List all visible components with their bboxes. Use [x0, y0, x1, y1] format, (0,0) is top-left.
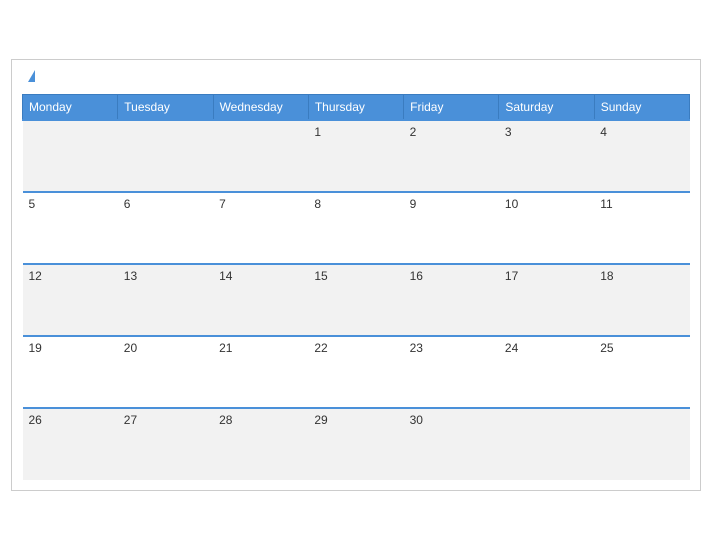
- day-number: 6: [124, 197, 131, 211]
- logo-wrapper: [26, 70, 35, 84]
- day-number: 20: [124, 341, 137, 355]
- calendar-cell: 1: [308, 120, 403, 192]
- day-number: 18: [600, 269, 613, 283]
- day-number: 10: [505, 197, 518, 211]
- calendar-cell: 19: [23, 336, 118, 408]
- calendar-cell: 21: [213, 336, 308, 408]
- day-number: 27: [124, 413, 137, 427]
- calendar-cell: 6: [118, 192, 213, 264]
- day-number: 24: [505, 341, 518, 355]
- day-number: 25: [600, 341, 613, 355]
- weekday-header-thursday: Thursday: [308, 95, 403, 121]
- calendar-cell: 29: [308, 408, 403, 480]
- calendar-cell: [213, 120, 308, 192]
- calendar-cell: 13: [118, 264, 213, 336]
- calendar-cell: 15: [308, 264, 403, 336]
- calendar-cell: 14: [213, 264, 308, 336]
- day-number: 13: [124, 269, 137, 283]
- calendar-cell: 27: [118, 408, 213, 480]
- calendar-cell: [499, 408, 594, 480]
- calendar-cell: 3: [499, 120, 594, 192]
- day-number: 16: [410, 269, 423, 283]
- weekday-header-saturday: Saturday: [499, 95, 594, 121]
- calendar-cell: 16: [404, 264, 499, 336]
- logo-top: [26, 70, 35, 84]
- calendar-cell: 25: [594, 336, 689, 408]
- weekday-header-sunday: Sunday: [594, 95, 689, 121]
- calendar-cell: 30: [404, 408, 499, 480]
- calendar-thead: MondayTuesdayWednesdayThursdayFridaySatu…: [23, 95, 690, 121]
- day-number: 30: [410, 413, 423, 427]
- day-number: 28: [219, 413, 232, 427]
- calendar-cell: 4: [594, 120, 689, 192]
- day-number: 1: [314, 125, 321, 139]
- day-number: 7: [219, 197, 226, 211]
- calendar-cell: 2: [404, 120, 499, 192]
- week-row-3: 12 13 14 15 16 17 18: [23, 264, 690, 336]
- calendar-cell: 12: [23, 264, 118, 336]
- day-number: 17: [505, 269, 518, 283]
- calendar-cell: 28: [213, 408, 308, 480]
- logo-triangle-icon: [28, 70, 35, 82]
- day-number: 11: [600, 197, 612, 211]
- weekday-header-friday: Friday: [404, 95, 499, 121]
- calendar-cell: 20: [118, 336, 213, 408]
- calendar-cell: 26: [23, 408, 118, 480]
- calendar-cell: 24: [499, 336, 594, 408]
- day-number: 12: [29, 269, 42, 283]
- calendar-grid: MondayTuesdayWednesdayThursdayFridaySatu…: [22, 94, 690, 480]
- calendar-cell: 23: [404, 336, 499, 408]
- week-row-2: 5 6 7 8 9 10 11: [23, 192, 690, 264]
- logo: [26, 70, 35, 84]
- calendar-header: [22, 70, 690, 84]
- day-number: 8: [314, 197, 321, 211]
- day-number: 4: [600, 125, 607, 139]
- calendar-cell: 10: [499, 192, 594, 264]
- calendar-cell: [594, 408, 689, 480]
- calendar-tbody: 1234567891011121314151617181920212223242…: [23, 120, 690, 480]
- calendar-cell: 22: [308, 336, 403, 408]
- weekday-header-wednesday: Wednesday: [213, 95, 308, 121]
- day-number: 22: [314, 341, 327, 355]
- day-number: 14: [219, 269, 232, 283]
- weekday-header-monday: Monday: [23, 95, 118, 121]
- day-number: 9: [410, 197, 417, 211]
- calendar-container: MondayTuesdayWednesdayThursdayFridaySatu…: [11, 59, 701, 491]
- day-number: 23: [410, 341, 423, 355]
- calendar-cell: 11: [594, 192, 689, 264]
- calendar-cell: 17: [499, 264, 594, 336]
- day-number: 26: [29, 413, 42, 427]
- calendar-cell: 7: [213, 192, 308, 264]
- weekday-header-row: MondayTuesdayWednesdayThursdayFridaySatu…: [23, 95, 690, 121]
- weekday-header-tuesday: Tuesday: [118, 95, 213, 121]
- calendar-cell: 9: [404, 192, 499, 264]
- calendar-cell: [118, 120, 213, 192]
- calendar-cell: 5: [23, 192, 118, 264]
- day-number: 21: [219, 341, 232, 355]
- week-row-1: 1 2 3 4: [23, 120, 690, 192]
- calendar-cell: 18: [594, 264, 689, 336]
- day-number: 5: [29, 197, 36, 211]
- day-number: 2: [410, 125, 417, 139]
- day-number: 15: [314, 269, 327, 283]
- calendar-cell: [23, 120, 118, 192]
- day-number: 3: [505, 125, 512, 139]
- week-row-4: 19 20 21 22 23 24 25: [23, 336, 690, 408]
- week-row-5: 26 27 28 29 30: [23, 408, 690, 480]
- day-number: 19: [29, 341, 42, 355]
- day-number: 29: [314, 413, 327, 427]
- calendar-cell: 8: [308, 192, 403, 264]
